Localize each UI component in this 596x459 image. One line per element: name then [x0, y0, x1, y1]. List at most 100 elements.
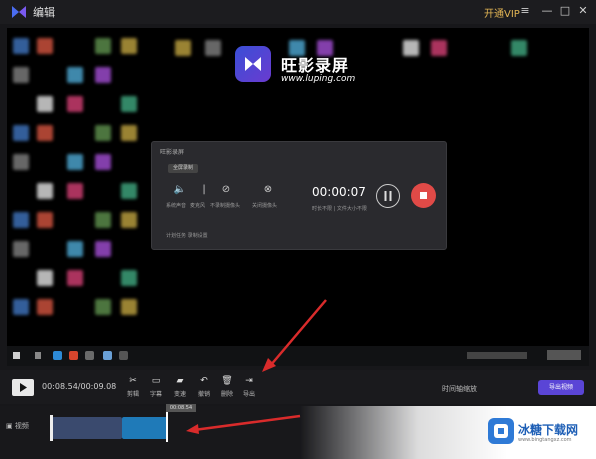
export-video-button[interactable]: 导出视频 [538, 380, 584, 395]
recorder-label: 系统声音 [166, 203, 187, 209]
subtitle-button[interactable]: ▭ 字幕 [144, 376, 168, 398]
desktop-icon [121, 183, 137, 199]
desktop-icon [67, 241, 83, 257]
delete-label: 删除 [220, 391, 233, 398]
recorder-title: 旺影录屏 [160, 149, 185, 156]
site-url: www.bingtangxz.com [518, 437, 572, 443]
desktop-icon [121, 96, 137, 112]
record-mode-chip: 全屏录制 [168, 164, 198, 173]
title-bar: 编辑 开通VIP ≡ — □ ✕ [0, 0, 596, 24]
desktop-icon [121, 38, 137, 54]
video-track-icon: ▣ [6, 422, 13, 430]
export-tool-button[interactable]: ⇥ 导出 [237, 376, 261, 398]
desktop-icon [511, 40, 527, 56]
scissors-icon: ✂ [129, 376, 137, 386]
desktop-icon [121, 270, 137, 286]
desktop-icon [13, 38, 29, 54]
desktop-icon [403, 40, 419, 56]
desktop-icon [67, 96, 83, 112]
site-name: 冰糖下载网 [518, 423, 579, 437]
desktop-icon [67, 270, 83, 286]
vip-button[interactable]: 开通VIP [484, 5, 520, 20]
maximize-button[interactable]: □ [558, 4, 572, 17]
desktop-icon [67, 183, 83, 199]
timeline[interactable]: ▣ 视频 00:08.54 冰糖下载网 www.bingtangxz.com [0, 404, 596, 459]
zoom-label[interactable]: 时间轴缩放 [442, 384, 477, 394]
minimize-button[interactable]: — [540, 4, 554, 17]
pause-icon [376, 184, 400, 208]
video-clip-selected[interactable] [122, 417, 168, 439]
play-button[interactable] [12, 379, 34, 396]
track-label-text: 视频 [14, 422, 29, 430]
desktop-icon [121, 212, 137, 228]
desktop-icon [37, 270, 53, 286]
trim-label: 剪辑 [126, 391, 139, 398]
recorder-timer: 00:00:07 [312, 185, 366, 199]
playhead[interactable] [166, 410, 168, 442]
desktop-icon [37, 299, 53, 315]
desktop-icon [13, 67, 29, 83]
editor-toolbar: 00:08.54/00:09.08 ✂ 剪辑 ▭ 字幕 ▰ 变速 ↶ 撤销 🗑 … [0, 370, 596, 404]
desktop-icon [95, 67, 111, 83]
desktop-icon [95, 241, 111, 257]
trim-handle-left[interactable] [50, 415, 53, 441]
stop-icon [411, 183, 436, 208]
playhead-time-tag: 00:08.54 [166, 404, 196, 412]
recorder-label: 关闭摄像头 [252, 203, 278, 209]
desktop-icon [95, 125, 111, 141]
desktop-icon [205, 40, 221, 56]
app-logo-icon [12, 6, 26, 18]
brand-name: 旺影录屏 [281, 56, 350, 75]
desktop-icon [13, 299, 29, 315]
subtitle-icon: ▭ [151, 376, 161, 386]
export-tool-label: 导出 [242, 391, 255, 398]
trash-icon: 🗑 [221, 376, 233, 386]
menu-icon[interactable]: ≡ [518, 4, 532, 17]
site-logo-icon [488, 418, 514, 444]
desktop-icon [121, 299, 137, 315]
speaker-icon: 🔈 [173, 184, 187, 195]
desktop-icon [67, 154, 83, 170]
brand-url: www.luping.com [281, 74, 356, 84]
desktop-icon [37, 125, 53, 141]
desktop-icon [95, 212, 111, 228]
close-button[interactable]: ✕ [576, 4, 590, 17]
desktop-icon [121, 125, 137, 141]
video-clip[interactable] [52, 417, 122, 439]
video-preview[interactable]: 旺影录屏 www.luping.com 旺影录屏 全屏录制 🔈 | ⊘ ⊗ 系统… [7, 28, 589, 366]
desktop-icon [175, 40, 191, 56]
recorder-window: 旺影录屏 全屏录制 🔈 | ⊘ ⊗ 系统声音 麦克风 不录制摄像头 关闭摄像头 … [151, 141, 447, 250]
desktop-icon [431, 40, 447, 56]
speed-icon: ▰ [176, 376, 184, 386]
windows-taskbar [7, 346, 589, 366]
desktop-icon [95, 299, 111, 315]
export-icon: ⇥ [245, 376, 253, 386]
undo-icon: ↶ [200, 376, 208, 386]
subtitle-label: 字幕 [149, 391, 162, 398]
recorder-label: 不录制摄像头 [210, 203, 241, 209]
desktop-icon [13, 212, 29, 228]
desktop-icon [67, 67, 83, 83]
desktop-icon [13, 241, 29, 257]
video-track-label: ▣ 视频 [6, 421, 29, 431]
desktop-icon [13, 125, 29, 141]
microphone-icon: | [202, 184, 206, 195]
recorder-footer: 计划任务 录制设置 [166, 233, 208, 239]
camera-off-icon: ⊘ [221, 184, 231, 195]
recorder-subtext: 时长不限 | 文件大小不限 [312, 206, 367, 212]
desktop-icon [13, 154, 29, 170]
webcam-off-icon: ⊗ [263, 184, 273, 195]
site-watermark: 冰糖下载网 www.bingtangxz.com [488, 418, 592, 450]
speed-button[interactable]: ▰ 变速 [168, 376, 192, 398]
speed-label: 变速 [173, 391, 186, 398]
playback-time: 00:08.54/00:09.08 [42, 382, 117, 391]
recorder-label: 麦克风 [190, 203, 206, 209]
desktop-icon [37, 38, 53, 54]
trim-button[interactable]: ✂ 剪辑 [121, 376, 145, 398]
brand-logo-icon [235, 46, 271, 82]
desktop-icon [95, 154, 111, 170]
delete-button[interactable]: 🗑 删除 [215, 376, 239, 398]
undo-button[interactable]: ↶ 撤销 [192, 376, 216, 398]
desktop-icon [37, 212, 53, 228]
desktop-icon [37, 183, 53, 199]
